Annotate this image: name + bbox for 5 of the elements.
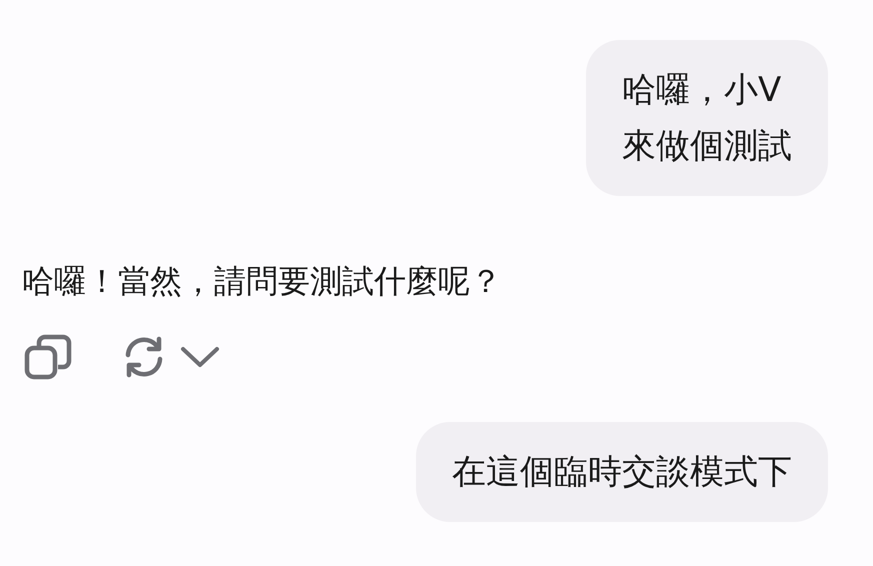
chevron-down-icon[interactable] — [180, 345, 220, 369]
reply-text: 哈囉！當然，請問要測試什麼呢？ — [22, 261, 503, 302]
message-bubble: 在這個臨時交談模式下 — [416, 422, 828, 522]
copy-icon[interactable] — [24, 334, 72, 380]
message-bubble: 哈囉，小V 來做個測試 — [586, 40, 828, 196]
